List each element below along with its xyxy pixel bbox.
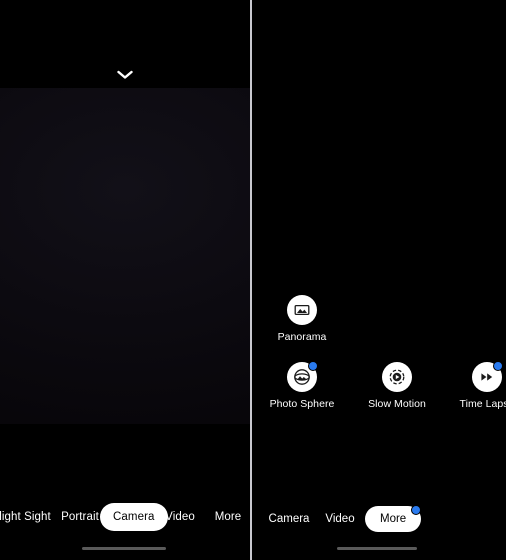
- home-indicator-right[interactable]: [337, 547, 417, 550]
- panorama-icon-wrap: [287, 295, 317, 325]
- mode-tile-label: Slow Motion: [368, 398, 426, 410]
- screenshot-root: light Sight Portrait Camera Video More P…: [0, 0, 506, 560]
- photo-sphere-icon-wrap: [287, 361, 318, 392]
- mode-tile-panorama[interactable]: Panorama: [264, 295, 340, 344]
- home-indicator-left[interactable]: [82, 547, 166, 550]
- chevron-down-icon[interactable]: [113, 64, 137, 86]
- left-mode-selector: light Sight Portrait Camera Video More: [0, 503, 250, 531]
- chevron-down-glyph: [117, 70, 133, 79]
- mode-video[interactable]: Video: [158, 503, 202, 531]
- left-topbar: [0, 0, 250, 88]
- right-mode-selector: Camera Video More: [253, 505, 506, 532]
- panel-divider: [250, 0, 252, 560]
- mode-camera[interactable]: Camera: [262, 506, 316, 532]
- right-screen: Panorama Photo Sphere Slow Motion Time L…: [253, 0, 506, 560]
- more-modes-grid: Panorama Photo Sphere Slow Motion Time L…: [253, 0, 506, 560]
- time-lapse-icon-wrap: [472, 361, 503, 392]
- mode-more[interactable]: More: [206, 503, 250, 531]
- panorama-icon: [287, 295, 317, 325]
- slow-motion-icon: [382, 362, 412, 392]
- left-capture-controls: [0, 424, 250, 502]
- time-lapse-glyph: [481, 373, 493, 381]
- slow-motion-glyph: [389, 369, 405, 385]
- mode-video[interactable]: Video: [317, 506, 363, 532]
- mode-more-wrap: More: [365, 505, 422, 532]
- photo-sphere-glyph: [294, 369, 310, 385]
- panorama-glyph: [294, 304, 310, 316]
- mode-tile-photo-sphere[interactable]: Photo Sphere: [264, 361, 340, 411]
- mode-tile-label: Photo Sphere: [269, 398, 335, 410]
- slow-motion-icon-wrap: [382, 362, 412, 392]
- mode-tile-label: Panorama: [277, 331, 327, 343]
- camera-viewfinder[interactable]: [0, 88, 250, 424]
- mode-tile-slow-motion[interactable]: Slow Motion: [359, 362, 435, 411]
- mode-tile-time-lapse[interactable]: Time Lapse: [449, 361, 506, 411]
- new-badge-dot: [493, 361, 503, 371]
- left-screen: light Sight Portrait Camera Video More: [0, 0, 250, 560]
- mode-tile-label: Time Lapse: [459, 398, 506, 410]
- new-badge-dot: [308, 361, 318, 371]
